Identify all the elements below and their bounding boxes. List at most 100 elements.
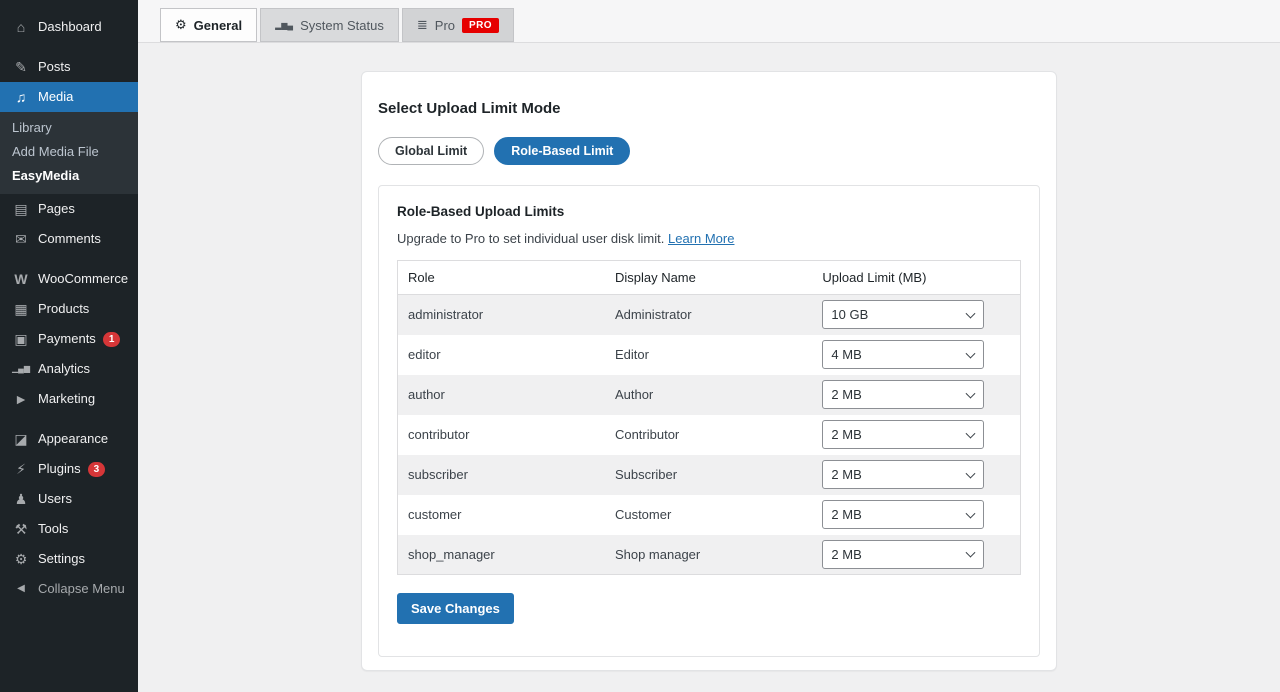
table-row: subscriber Subscriber 2 MB [398, 455, 1021, 495]
sidebar-item-label: Settings [38, 551, 85, 567]
upload-limit-select[interactable]: 2 MB [822, 380, 984, 409]
wp-admin: ⌂ Dashboard ✎ Posts ♫ Media Library Add … [0, 0, 1280, 692]
col-display-name: Display Name [605, 261, 812, 295]
upload-limit-select[interactable]: 2 MB [822, 540, 984, 569]
sidebar-item-pages[interactable]: ▤ Pages [0, 194, 138, 224]
menu-separator [0, 42, 138, 52]
sidebar-item-posts[interactable]: ✎ Posts [0, 52, 138, 82]
upload-limit-select[interactable]: 2 MB [822, 420, 984, 449]
display-name-cell: Editor [605, 335, 812, 375]
col-upload-limit: Upload Limit (MB) [812, 261, 1020, 295]
table-row: administrator Administrator 10 GB [398, 295, 1021, 335]
panel-heading: Role-Based Upload Limits [397, 204, 1021, 219]
gear-icon: ⚙ [175, 17, 187, 33]
limit-cell: 2 MB [812, 415, 1020, 455]
products-icon: ▦ [11, 301, 31, 317]
sidebar-item-label: Collapse Menu [38, 581, 125, 597]
upload-limit-select-wrap: 2 MB [822, 460, 984, 489]
limit-cell: 2 MB [812, 455, 1020, 495]
display-name-cell: Subscriber [605, 455, 812, 495]
limit-cell: 4 MB [812, 335, 1020, 375]
settings-tabbar: ⚙ General ▂▆▄ System Status ≣ Pro PRO [138, 0, 1280, 43]
upload-limit-select-wrap: 2 MB [822, 380, 984, 409]
sidebar-item-users[interactable]: ♟ Users [0, 484, 138, 514]
menu-separator [0, 254, 138, 264]
bar-chart-icon: ▂▆▄ [275, 21, 293, 30]
submenu-item-add-media-file[interactable]: Add Media File [0, 140, 138, 164]
sidebar-item-label: Products [38, 301, 89, 317]
table-row: editor Editor 4 MB [398, 335, 1021, 375]
limit-cell: 2 MB [812, 495, 1020, 535]
col-role: Role [398, 261, 605, 295]
bar-chart-icon: ▁▄▆ [11, 361, 31, 377]
upload-limit-select-wrap: 2 MB [822, 500, 984, 529]
tab-label: Pro [435, 18, 455, 33]
upload-limit-select[interactable]: 2 MB [822, 460, 984, 489]
payments-count-badge: 1 [103, 332, 121, 347]
upload-limit-select-wrap: 10 GB [822, 300, 984, 329]
menu-separator [0, 414, 138, 424]
collapse-menu-button[interactable]: ◀ Collapse Menu [0, 574, 138, 604]
role-based-limit-button[interactable]: Role-Based Limit [494, 137, 630, 165]
upload-limit-select-wrap: 2 MB [822, 420, 984, 449]
tab-general[interactable]: ⚙ General [160, 8, 257, 42]
upgrade-note: Upgrade to Pro to set individual user di… [397, 231, 1021, 246]
upload-limit-select[interactable]: 10 GB [822, 300, 984, 329]
paintbrush-icon: ◪ [11, 431, 31, 447]
sidebar-item-payments[interactable]: ▣ Payments 1 [0, 324, 138, 354]
upload-limit-select-wrap: 4 MB [822, 340, 984, 369]
role-limits-table: Role Display Name Upload Limit (MB) admi… [397, 260, 1021, 575]
display-name-cell: Contributor [605, 415, 812, 455]
megaphone-icon: ► [11, 391, 31, 407]
table-row: contributor Contributor 2 MB [398, 415, 1021, 455]
media-icon: ♫ [11, 89, 31, 105]
upload-limit-select[interactable]: 2 MB [822, 500, 984, 529]
sidebar-item-settings[interactable]: ⚙ Settings [0, 544, 138, 574]
sidebar-item-products[interactable]: ▦ Products [0, 294, 138, 324]
settings-page: Select Upload Limit Mode Global Limit Ro… [138, 43, 1280, 692]
sidebar-item-woocommerce[interactable]: W WooCommerce [0, 264, 138, 294]
sidebar-item-plugins[interactable]: ⚡ Plugins 3 [0, 454, 138, 484]
tab-pro[interactable]: ≣ Pro PRO [402, 8, 514, 42]
sidebar-item-label: Pages [38, 201, 75, 217]
comment-bubble-icon: ✉ [11, 231, 31, 247]
sidebar-item-analytics[interactable]: ▁▄▆ Analytics [0, 354, 138, 384]
collapse-arrow-icon: ◀ [11, 581, 31, 597]
sidebar-item-marketing[interactable]: ► Marketing [0, 384, 138, 414]
submenu-item-easymedia[interactable]: EasyMedia [0, 164, 138, 188]
role-cell: editor [398, 335, 605, 375]
sidebar-item-label: Tools [38, 521, 68, 537]
sidebar-item-label: Posts [38, 59, 71, 75]
sidebar-item-appearance[interactable]: ◪ Appearance [0, 424, 138, 454]
sidebar-item-label: Appearance [38, 431, 108, 447]
tab-system-status[interactable]: ▂▆▄ System Status [260, 8, 399, 42]
wrench-icon: ⚒ [11, 521, 31, 537]
sidebar-item-media[interactable]: ♫ Media [0, 82, 138, 112]
submenu-item-library[interactable]: Library [0, 116, 138, 140]
save-changes-button[interactable]: Save Changes [397, 593, 514, 624]
sidebar-item-label: Analytics [38, 361, 90, 377]
sidebar-item-label: WooCommerce [38, 271, 128, 287]
global-limit-button[interactable]: Global Limit [378, 137, 484, 165]
sidebar-item-tools[interactable]: ⚒ Tools [0, 514, 138, 544]
role-cell: subscriber [398, 455, 605, 495]
upgrade-text: Upgrade to Pro to set individual user di… [397, 231, 664, 246]
dashboard-icon: ⌂ [11, 19, 31, 35]
limit-cell: 2 MB [812, 535, 1020, 575]
user-icon: ♟ [11, 491, 31, 507]
upload-limit-select[interactable]: 4 MB [822, 340, 984, 369]
display-name-cell: Shop manager [605, 535, 812, 575]
sidebar-item-label: Dashboard [38, 19, 102, 35]
learn-more-link[interactable]: Learn More [668, 231, 734, 246]
sidebar-item-label: Payments [38, 331, 96, 347]
woocommerce-logo-icon: W [11, 271, 31, 287]
sidebar-item-dashboard[interactable]: ⌂ Dashboard [0, 12, 138, 42]
table-row: shop_manager Shop manager 2 MB [398, 535, 1021, 575]
pro-badge: PRO [462, 18, 499, 33]
sidebar-item-comments[interactable]: ✉ Comments [0, 224, 138, 254]
sidebar-item-label: Users [38, 491, 72, 507]
tab-label: System Status [300, 18, 384, 33]
media-submenu: Library Add Media File EasyMedia [0, 112, 138, 194]
limit-cell: 10 GB [812, 295, 1020, 335]
table-row: author Author 2 MB [398, 375, 1021, 415]
